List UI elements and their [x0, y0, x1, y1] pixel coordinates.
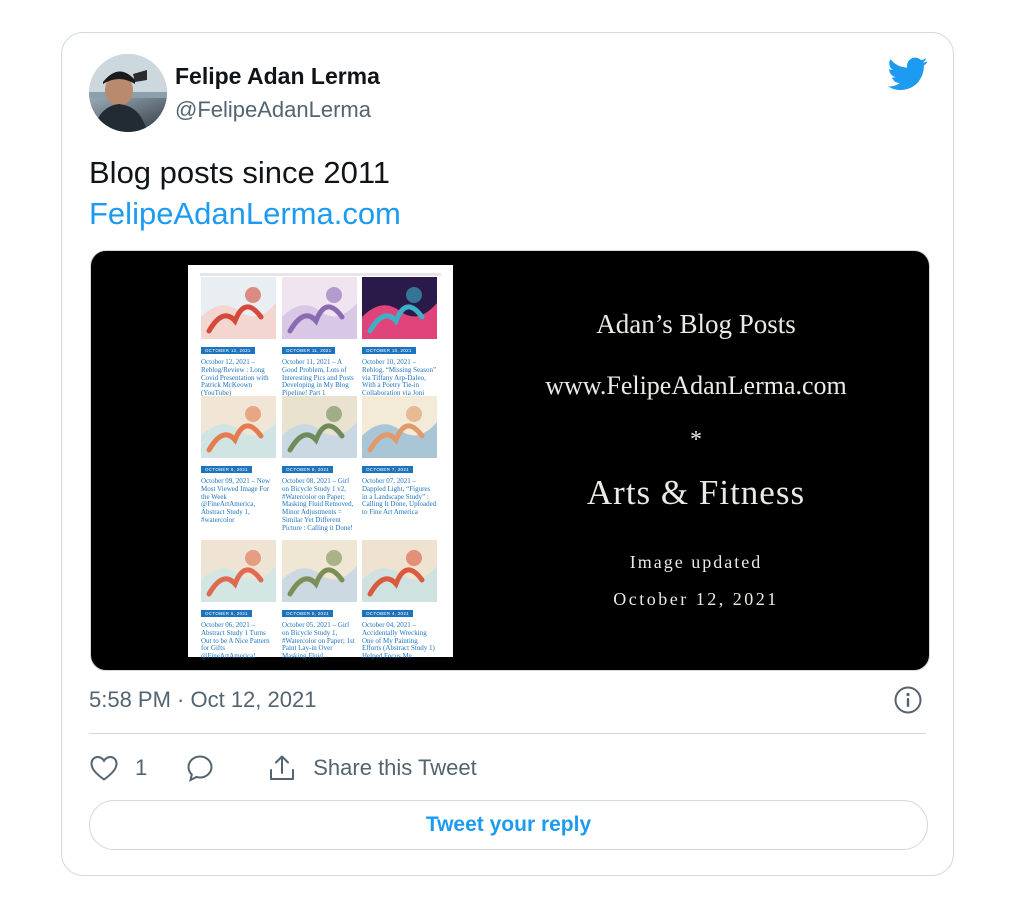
blog-post-date-badge: October 11, 2021	[282, 347, 336, 354]
tweet-text: Blog posts since 2011 FelipeAdanLerma.co…	[89, 152, 401, 234]
blog-post-tile: October 11, 2021 October 11, 2021 – A Goo…	[282, 277, 357, 398]
share-icon	[270, 755, 295, 780]
media-subtitle: Arts & Fitness	[586, 473, 806, 512]
divider	[89, 733, 926, 734]
blog-post-date-badge: October 7, 2021	[362, 466, 413, 473]
blog-post-caption: October 07, 2021 – Dappled Light, “Figur…	[362, 477, 437, 517]
blog-post-thumbnail	[282, 277, 357, 339]
share-label: Share this Tweet	[313, 755, 477, 780]
media-title: Adan’s Blog Posts	[596, 309, 796, 339]
share-button[interactable]: Share this Tweet	[267, 753, 477, 783]
tweet-body: Blog posts since 2011	[89, 155, 391, 190]
info-icon[interactable]	[893, 685, 923, 715]
author-name[interactable]: Felipe Adan Lerma	[175, 63, 380, 90]
media-separator: *	[690, 427, 702, 453]
heart-icon	[90, 755, 118, 781]
like-button[interactable]: 1	[89, 754, 147, 782]
blog-post-caption: October 04, 2021 – Accidentally Wrecking…	[362, 621, 435, 661]
media-updated-date: October 12, 2021	[613, 589, 779, 609]
blog-post-tile: October 8, 2021 October 08, 2021 – Girl o…	[282, 396, 357, 533]
media-updated-label: Image updated	[629, 552, 763, 572]
blog-post-date-badge: October 9, 2021	[201, 466, 252, 473]
blog-post-thumbnail	[201, 396, 276, 458]
avatar[interactable]	[89, 54, 167, 132]
blog-post-caption: October 12, 2021 – Reblog/Review : Long …	[201, 358, 269, 398]
blog-post-caption: October 11, 2021 – A Good Problem, Lots …	[282, 358, 354, 398]
blog-post-date-badge: October 6, 2021	[201, 610, 252, 617]
blog-post-caption: October 08, 2021 – Girl on Bicycle Study…	[282, 477, 354, 532]
blog-post-thumbnail	[282, 396, 357, 458]
blog-post-date-badge: October 10, 2021	[362, 347, 416, 354]
tweet-media-image[interactable]: October 12, 2021 October 12, 2021 – Reblo…	[90, 250, 930, 671]
blog-post-date-badge: October 8, 2021	[282, 466, 333, 473]
blog-post-thumbnail	[362, 540, 437, 602]
blog-post-tile: October 12, 2021 October 12, 2021 – Reblo…	[201, 277, 276, 398]
blog-post-caption: October 09, 2021 – New Most Viewed Image…	[201, 477, 271, 524]
reply-icon	[187, 755, 213, 782]
tweet-card: Felipe Adan Lerma @FelipeAdanLerma Blog …	[61, 32, 954, 876]
tweet-link[interactable]: FelipeAdanLerma.com	[89, 193, 401, 234]
tweet-timestamp[interactable]: 5:58 PM · Oct 12, 2021	[89, 687, 316, 713]
blog-post-caption: October 05, 2021 – Girl on Bicycle Study…	[282, 621, 355, 661]
blog-post-thumbnail	[362, 396, 437, 458]
blog-post-tile: October 4, 2021 October 04, 2021 – Accide…	[362, 540, 437, 661]
twitter-bird-icon[interactable]	[888, 57, 928, 91]
blog-post-thumbnail	[362, 277, 437, 339]
blog-post-date-badge: October 5, 2021	[282, 610, 333, 617]
like-count: 1	[135, 755, 148, 780]
blog-post-tile: October 5, 2021 October 05, 2021 – Girl o…	[282, 540, 357, 661]
author-handle[interactable]: @FelipeAdanLerma	[175, 97, 371, 123]
blog-post-tile: October 10, 2021 October 10, 2021 – Reblo…	[362, 277, 437, 406]
tweet-reply-button[interactable]: Tweet your reply	[89, 800, 928, 850]
blog-post-tile: October 6, 2021 October 06, 2021 – Abstra…	[201, 540, 276, 661]
blog-post-date-badge: October 4, 2021	[362, 610, 413, 617]
reply-action-button[interactable]	[185, 753, 215, 783]
action-bar: 1 Share this Tweet	[89, 751, 477, 785]
blog-post-tile: October 7, 2021 October 07, 2021 – Dapple…	[362, 396, 437, 517]
blog-screenshot: October 12, 2021 October 12, 2021 – Reblo…	[188, 265, 453, 660]
blog-post-thumbnail	[201, 540, 276, 602]
blog-post-caption: October 06, 2021 – Abstract Study 1 Turn…	[201, 621, 270, 661]
blog-post-thumbnail	[282, 540, 357, 602]
media-website: www.FelipeAdanLerma.com	[545, 371, 847, 400]
blog-post-thumbnail	[201, 277, 276, 339]
blog-post-tile: October 9, 2021 October 09, 2021 – New Mo…	[201, 396, 276, 525]
blog-header-bar	[200, 273, 441, 276]
blog-post-date-badge: October 12, 2021	[201, 347, 255, 354]
